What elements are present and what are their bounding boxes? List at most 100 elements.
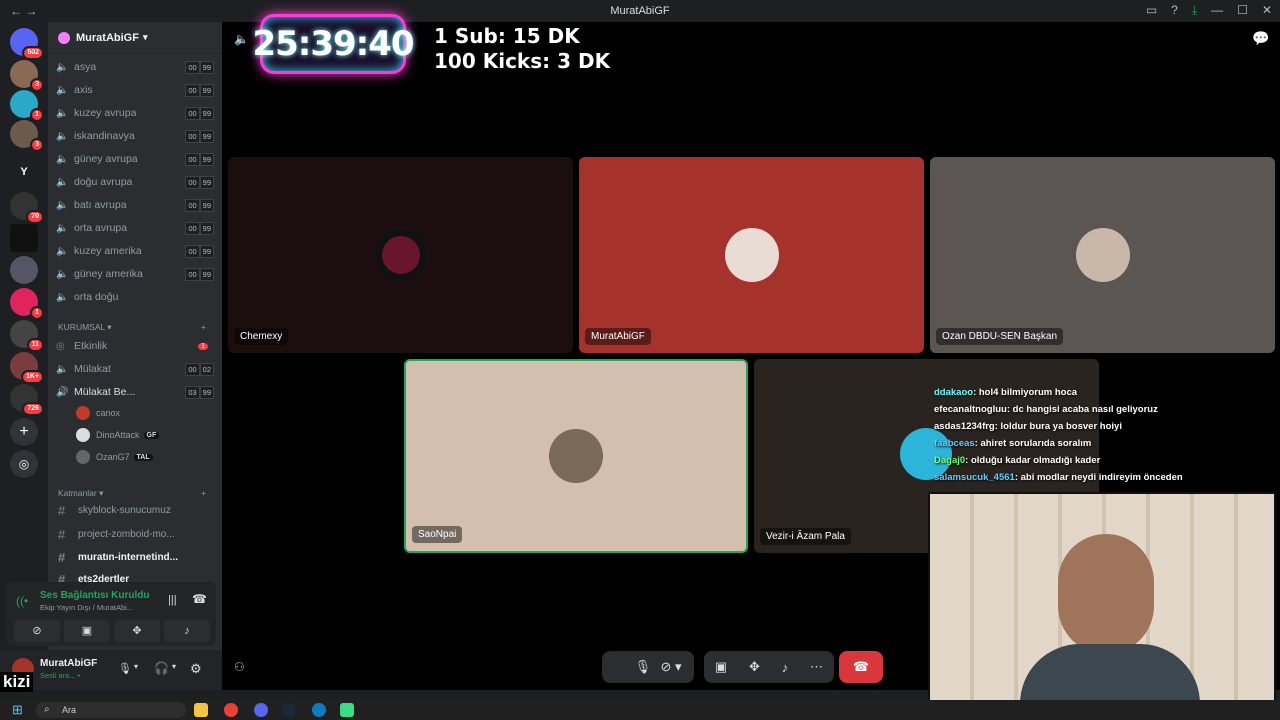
user-limit: 99 bbox=[199, 176, 214, 189]
participant-tile[interactable]: Ozan DBDU-SEN Başkan bbox=[930, 157, 1275, 353]
member-name: OzanG7 bbox=[96, 452, 130, 462]
share-controls: ▣ ✥ ♪ ⋯ bbox=[704, 651, 834, 683]
voice-status-title[interactable]: Ses Bağlantısı Kuruldu bbox=[40, 590, 149, 601]
voice-channel[interactable]: 🔈 iskandinavya 00 99 bbox=[56, 126, 216, 146]
server-icon[interactable] bbox=[10, 256, 38, 284]
voice-channel[interactable]: 🔈 Mülakat 00 02 bbox=[56, 359, 216, 379]
voice-channel[interactable]: 🔈 kuzey avrupa 00 99 bbox=[56, 103, 216, 123]
server-icon[interactable]: 70 bbox=[10, 192, 44, 224]
voice-member[interactable]: DinoAttack GF bbox=[76, 426, 160, 444]
invite-icon[interactable]: ⚇ bbox=[234, 660, 245, 674]
help-icon[interactable]: ? bbox=[1171, 3, 1178, 18]
edge-icon[interactable] bbox=[312, 703, 326, 717]
server-icon[interactable]: 11 bbox=[10, 320, 44, 352]
voice-channel[interactable]: 🔈 orta avrupa 00 99 bbox=[56, 218, 216, 238]
server-icon[interactable]: 3 bbox=[10, 120, 44, 152]
gear-icon[interactable]: ⚙ bbox=[190, 661, 202, 677]
server-icon[interactable]: Y bbox=[10, 158, 38, 186]
guild-header[interactable]: MuratAbiGF▾⚇ bbox=[48, 22, 222, 54]
voice-channel[interactable]: 🔈 kuzey amerika 00 99 bbox=[56, 241, 216, 261]
server-icon[interactable]: 1K+ bbox=[10, 352, 44, 384]
voice-channel[interactable]: 🔈 asya 00 99 bbox=[56, 57, 216, 77]
maximize-button[interactable]: ☐ bbox=[1237, 3, 1248, 18]
add-server-icon[interactable]: + bbox=[10, 418, 38, 446]
signal-icon[interactable]: ((• bbox=[16, 594, 28, 608]
voice-channel-active[interactable]: 🔊 Mülakat Be... 03 99 bbox=[56, 382, 216, 402]
soundboard-button[interactable]: ♪ bbox=[164, 620, 210, 642]
title-bar: ← → MuratAbiGF ▭ ? ⤓ — ☐ ✕ bbox=[0, 0, 1280, 22]
discord-icon[interactable] bbox=[254, 703, 268, 717]
screen-share-button[interactable]: ▣ bbox=[64, 620, 110, 642]
username[interactable]: MuratAbiGF bbox=[40, 658, 97, 669]
text-channel[interactable]: # muratın-internetind... bbox=[58, 547, 178, 567]
chevron-down-icon[interactable]: ▾ bbox=[172, 662, 176, 671]
headphones-icon[interactable]: 🎧 bbox=[154, 661, 169, 675]
event-channel[interactable]: ◎ Etkinlik 1 bbox=[56, 336, 216, 356]
voice-channel[interactable]: 🔈 doğu avrupa 00 99 bbox=[56, 172, 216, 192]
close-button[interactable]: ✕ bbox=[1262, 3, 1272, 18]
more-icon[interactable]: ⋯ bbox=[810, 659, 823, 675]
hang-up-button[interactable]: ☎ bbox=[839, 651, 883, 683]
soundboard-icon[interactable]: ♪ bbox=[782, 660, 789, 675]
user-count: 00 bbox=[185, 153, 200, 166]
participant-tile-speaking[interactable]: SaoNpai bbox=[404, 359, 748, 553]
download-icon[interactable]: ⤓ bbox=[1192, 3, 1197, 18]
category-kurumsal[interactable]: KURUMSAL ▾ + bbox=[58, 322, 206, 333]
add-channel-icon[interactable]: + bbox=[201, 488, 206, 498]
camera-off-button[interactable]: ⊘ bbox=[14, 620, 60, 642]
microphone-icon[interactable]: 🎙 bbox=[118, 662, 132, 675]
server-badge: 3 bbox=[30, 78, 44, 92]
activities-icon[interactable]: ✥ bbox=[749, 659, 760, 675]
voice-member[interactable]: canox bbox=[76, 404, 120, 422]
disconnect-icon[interactable]: ☎ bbox=[192, 592, 207, 606]
user-limit: 99 bbox=[199, 107, 214, 120]
chat-text: : olduğu kadar olmadığı kader bbox=[965, 455, 1101, 466]
channel-name: asya bbox=[74, 61, 97, 73]
add-channel-icon[interactable]: + bbox=[201, 322, 206, 332]
participant-tile[interactable]: MuratAbiGF bbox=[579, 157, 924, 353]
chat-user: Dagaj0 bbox=[934, 455, 966, 466]
inbox-icon[interactable]: ▭ bbox=[1146, 3, 1157, 18]
member-tag: TAL bbox=[133, 453, 153, 461]
discover-icon[interactable]: ◎ bbox=[10, 450, 38, 478]
category-katmanlar[interactable]: Katmanlar ▾ + bbox=[58, 488, 206, 499]
chat-bubble-icon[interactable]: 💬 bbox=[1252, 30, 1269, 47]
server-icon[interactable]: 726 bbox=[10, 384, 44, 416]
search-placeholder: Ara bbox=[62, 705, 77, 715]
server-badge: 1K+ bbox=[20, 370, 44, 384]
speaker-icon: 🔈 bbox=[56, 363, 69, 375]
steam-icon[interactable] bbox=[282, 703, 296, 717]
hash-icon: # bbox=[58, 549, 66, 565]
voice-channel[interactable]: 🔈 güney amerika 00 99 bbox=[56, 264, 216, 284]
text-channel[interactable]: # project-zomboid-mo... bbox=[58, 524, 175, 544]
server-icon[interactable]: 1 bbox=[10, 90, 44, 122]
member-tag: GF bbox=[143, 431, 160, 439]
chat-text: : dc hangisi acaba nasıl geliyoruz bbox=[1006, 404, 1158, 415]
windows-start-icon[interactable]: ⊞ bbox=[12, 702, 23, 718]
participant-tile[interactable]: Chemexy bbox=[228, 157, 573, 353]
chrome-icon[interactable] bbox=[224, 703, 238, 717]
server-icon[interactable]: 3 bbox=[10, 60, 44, 92]
speaker-icon: 🔈 bbox=[56, 107, 69, 119]
voice-channel[interactable]: 🔈 orta doğu bbox=[56, 287, 216, 307]
voice-channel[interactable]: 🔈 batı avrupa 00 99 bbox=[56, 195, 216, 215]
taskbar: ⊞ ⌕ Ara bbox=[0, 700, 1280, 720]
chevron-down-icon[interactable]: ▾ bbox=[134, 662, 138, 671]
server-icon[interactable]: 1 bbox=[10, 288, 44, 320]
file-explorer-icon[interactable] bbox=[194, 703, 208, 717]
taskbar-search[interactable]: ⌕ Ara bbox=[36, 702, 186, 718]
minimize-button[interactable]: — bbox=[1211, 3, 1223, 18]
text-channel[interactable]: # skyblock-sunucumuz bbox=[58, 500, 171, 520]
user-limit: 99 bbox=[199, 245, 214, 258]
app-icon[interactable] bbox=[340, 703, 354, 717]
noise-suppression-icon[interactable]: ||| bbox=[168, 594, 177, 606]
voice-channel[interactable]: 🔈 güney avrupa 00 99 bbox=[56, 149, 216, 169]
activities-button[interactable]: ✥ bbox=[114, 620, 160, 642]
voice-channel[interactable]: 🔈 axis 00 99 bbox=[56, 80, 216, 100]
screen-share-icon[interactable]: ▣ bbox=[715, 659, 727, 675]
chat-message: Dagaj0: olduğu kadar olmadığı kader bbox=[934, 452, 1214, 469]
voice-member[interactable]: OzanG7 TAL bbox=[76, 448, 153, 466]
server-icon[interactable] bbox=[10, 224, 38, 252]
dm-home-icon[interactable]: 502 bbox=[10, 28, 44, 60]
camera-button[interactable]: ⊘ ▾ bbox=[648, 651, 694, 683]
